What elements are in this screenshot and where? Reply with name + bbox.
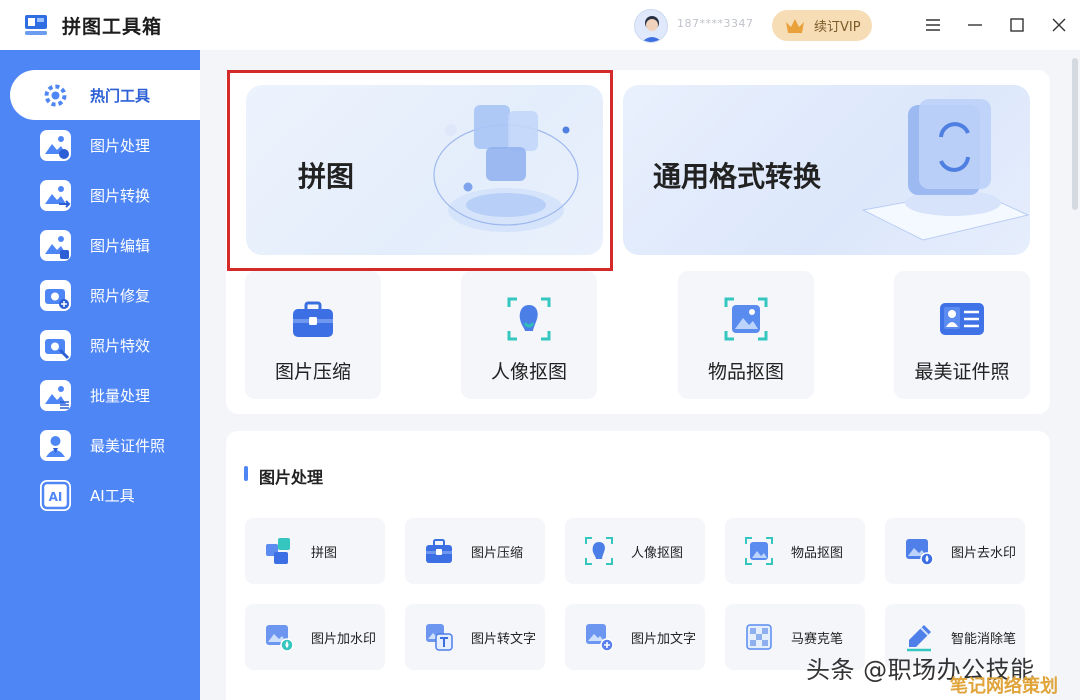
gear-icon xyxy=(40,79,71,111)
avatar[interactable] xyxy=(634,9,668,43)
app-logo-icon xyxy=(25,15,47,35)
sidebar-item-image-process[interactable]: 图片处理 xyxy=(0,120,200,170)
puzzle-icon xyxy=(266,538,290,564)
sidebar-item-label: 最美证件照 xyxy=(90,436,166,455)
title-bar: 拼图工具箱 187****3347 续订VIP xyxy=(0,0,1080,50)
tool-card-object-cutout[interactable]: 物品抠图 xyxy=(678,271,814,399)
sidebar-item-label: 图片转换 xyxy=(90,186,151,205)
id-photo-icon xyxy=(40,429,71,461)
maximize-icon[interactable] xyxy=(1006,14,1028,36)
tool-card-portrait-cutout[interactable]: 人像抠图 xyxy=(461,271,597,399)
id-card-icon xyxy=(940,303,984,335)
sidebar-item-id-photo[interactable]: 最美证件照 xyxy=(0,420,200,470)
mini-card-add-watermark[interactable]: 图片加水印 xyxy=(245,604,385,670)
sidebar-item-label: AI工具 xyxy=(90,486,135,505)
username: 187****3347 xyxy=(677,17,754,30)
sidebar-item-ai-tools[interactable]: AI AI工具 xyxy=(0,470,200,520)
sidebar-item-photo-repair[interactable]: 照片修复 xyxy=(0,270,200,320)
tool-label: 最美证件照 xyxy=(914,361,1010,383)
sidebar-item-image-convert[interactable]: 图片转换 xyxy=(0,170,200,220)
tool-label: 物品抠图 xyxy=(707,361,784,383)
tool-label: 图片压缩 xyxy=(274,361,351,383)
sidebar-item-label: 热门工具 xyxy=(90,86,151,105)
mini-card-label: 图片加文字 xyxy=(631,631,697,647)
object-cutout-icon xyxy=(724,297,768,341)
image-convert-icon xyxy=(40,179,71,211)
image-to-text-icon xyxy=(426,624,453,651)
banner-title: 拼图 xyxy=(298,160,355,193)
sidebar-item-label: 图片处理 xyxy=(90,136,151,155)
sidebar-item-hot-tools[interactable]: 热门工具 xyxy=(10,70,200,120)
mini-card-label: 人像抠图 xyxy=(631,545,684,561)
mini-card-portrait-cutout[interactable]: 人像抠图 xyxy=(565,518,705,584)
sidebar: 热门工具 图片处理 图片转换 图片编辑 照片修复 照片特效 批量处理 最美证件照… xyxy=(0,50,200,700)
sidebar-item-photo-effect[interactable]: 照片特效 xyxy=(0,320,200,370)
mini-card-image-compress[interactable]: 图片压缩 xyxy=(405,518,545,584)
toolbox-icon xyxy=(426,539,452,563)
object-cutout-icon xyxy=(745,537,773,565)
mini-card-label: 图片去水印 xyxy=(951,545,1017,561)
portrait-cutout-icon xyxy=(585,537,613,565)
mini-card-label: 马赛克笔 xyxy=(791,631,844,647)
banner-title: 通用格式转换 xyxy=(653,160,822,193)
sidebar-item-image-edit[interactable]: 图片编辑 xyxy=(0,220,200,270)
app-title: 拼图工具箱 xyxy=(62,16,163,38)
portrait-cutout-icon xyxy=(507,297,551,341)
add-watermark-icon xyxy=(266,625,294,652)
mini-card-remove-watermark[interactable]: 图片去水印 xyxy=(885,518,1025,584)
ai-icon: AI xyxy=(40,479,71,511)
minimize-icon[interactable] xyxy=(964,14,986,36)
section-title: 图片处理 xyxy=(259,468,324,487)
sidebar-item-label: 照片修复 xyxy=(90,286,151,305)
svg-text:AI: AI xyxy=(49,490,63,504)
mini-card-label: 拼图 xyxy=(311,545,338,561)
mini-card-add-text[interactable]: 图片加文字 xyxy=(565,604,705,670)
batch-process-icon xyxy=(40,379,71,411)
banner-puzzle[interactable]: 拼图 xyxy=(246,85,603,255)
mini-card-label: 智能消除笔 xyxy=(951,631,1017,647)
mosaic-icon xyxy=(746,624,772,650)
close-icon[interactable] xyxy=(1048,14,1070,36)
sidebar-item-label: 图片编辑 xyxy=(90,236,151,255)
remove-watermark-icon xyxy=(906,539,934,566)
tool-card-image-compress[interactable]: 图片压缩 xyxy=(245,271,381,399)
tool-label: 人像抠图 xyxy=(490,361,567,383)
sidebar-item-label: 批量处理 xyxy=(90,386,151,405)
mini-card-object-cutout[interactable]: 物品抠图 xyxy=(725,518,865,584)
renew-vip-button[interactable]: 续订VIP xyxy=(772,10,872,41)
image-edit-icon xyxy=(40,229,71,261)
mini-card-image-to-text[interactable]: 图片转文字 xyxy=(405,604,545,670)
eraser-pen-icon xyxy=(907,625,931,652)
photo-effect-icon xyxy=(40,329,71,361)
image-process-icon xyxy=(40,129,71,161)
mini-card-label: 图片加水印 xyxy=(311,631,377,647)
scrollbar[interactable] xyxy=(1072,58,1078,210)
banner-format-convert[interactable]: 通用格式转换 xyxy=(623,85,1030,255)
tool-card-id-photo[interactable]: 最美证件照 xyxy=(894,271,1030,399)
toolbox-icon xyxy=(293,301,333,337)
add-text-icon xyxy=(586,624,614,652)
watermark-text-2: 笔记网络策划 xyxy=(950,676,1058,697)
sidebar-item-batch-process[interactable]: 批量处理 xyxy=(0,370,200,420)
section-marker xyxy=(244,466,248,481)
vip-label: 续订VIP xyxy=(814,20,861,35)
mini-card-label: 图片压缩 xyxy=(471,545,524,561)
crown-icon xyxy=(786,18,804,33)
mini-card-label: 图片转文字 xyxy=(471,631,537,647)
mini-card-label: 物品抠图 xyxy=(791,545,844,561)
sidebar-item-label: 照片特效 xyxy=(90,336,151,355)
mini-card-puzzle[interactable]: 拼图 xyxy=(245,518,385,584)
menu-icon[interactable] xyxy=(922,14,944,36)
photo-repair-icon xyxy=(40,279,71,311)
